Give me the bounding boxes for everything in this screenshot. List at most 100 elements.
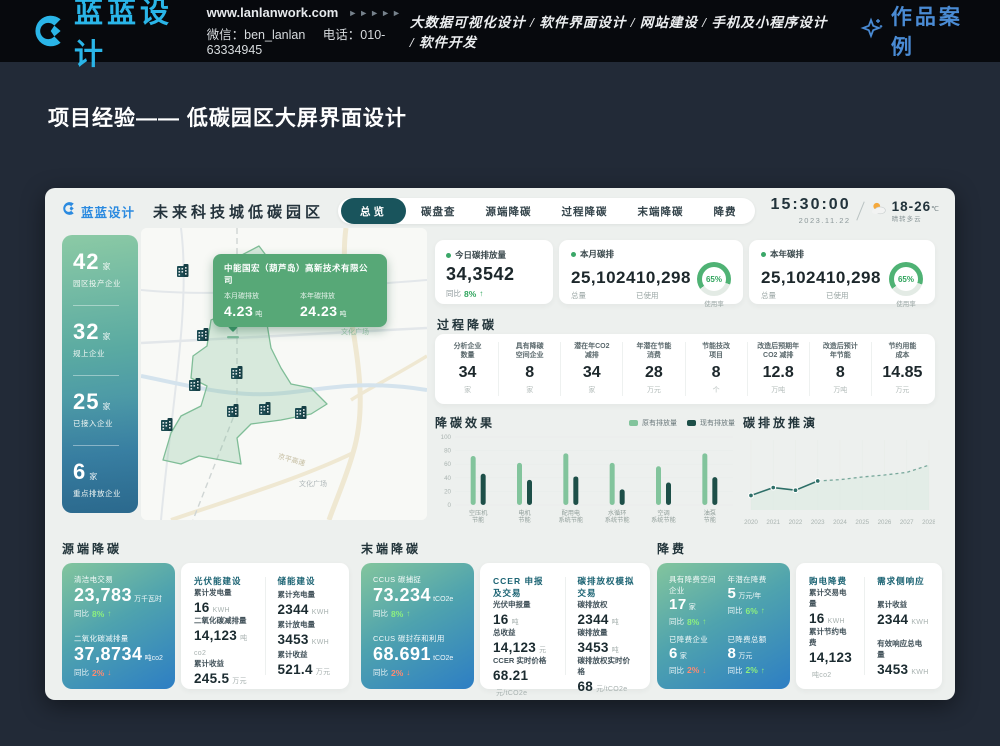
y-tick-label: 20	[444, 488, 451, 495]
detail-row-label: 累计收益	[278, 649, 337, 660]
tooltip-month-value: 4.23	[224, 303, 253, 319]
detail-row-value: 68元/tCO2e	[578, 679, 638, 694]
data-point	[793, 488, 798, 493]
park-stat-label: 重点排放企业	[73, 488, 127, 499]
legend-label: 原有排放量	[642, 418, 677, 428]
process-stat-unit: 万吨	[833, 385, 847, 395]
detail-row-label: 碳排放权实时价格	[578, 655, 638, 677]
site-url[interactable]: www.lanlanwork.com	[207, 5, 339, 20]
process-stat-unit: 家	[588, 385, 595, 395]
detail-row-unit: KWH	[312, 639, 329, 646]
portfolio-link[interactable]: 作品案例	[860, 1, 970, 61]
gradient-stat-label: 二氧化碳减排量	[74, 633, 163, 644]
gradient-stat-label: 清洁电交易	[74, 574, 163, 585]
dashboard-logo-text: 蓝蓝设计	[81, 202, 135, 221]
detail-row: 累计节约电费 14,123吨co2	[809, 626, 852, 680]
year-used-label: 已使用	[826, 290, 889, 301]
clock-time: 15:30:00	[771, 197, 851, 213]
process-stat: 潜在年CO2 减排 34 家	[561, 342, 623, 396]
tab-源端降碳[interactable]: 源端降碳	[471, 198, 547, 224]
weather-widget: 18-26℃ 晴转多云	[870, 199, 939, 224]
detail-row-label: 累计放电量	[278, 619, 337, 630]
tab-总览[interactable]: 总览	[341, 198, 406, 224]
compare-label: 同比	[669, 616, 684, 627]
process-stat-unit: 个	[713, 385, 720, 395]
month-card-title: 本月碳排	[580, 248, 614, 260]
detail-row: 累计发电量 16KWH	[194, 587, 253, 615]
detail-row-unit: KWH	[213, 607, 230, 614]
gradient-stat-label: CCUS 碳捕捉	[373, 574, 462, 585]
tab-末端降碳[interactable]: 末端降碳	[623, 198, 699, 224]
usage-rate-label: 使用率	[704, 298, 724, 308]
x-tick-label: 2025	[855, 519, 869, 526]
bar-category-label: 空压机节能	[469, 509, 488, 524]
dashboard-brand[interactable]: 蓝蓝设计	[61, 201, 135, 221]
gradient-stat-value: 23,783	[74, 585, 132, 605]
detail-row-label: 累计充电量	[278, 589, 337, 600]
divider	[73, 445, 119, 446]
tooltip-month-label: 本月碳排放	[224, 291, 300, 301]
legend-swatch	[687, 420, 696, 426]
detail-row-unit: KWH	[828, 618, 845, 625]
bar-original	[471, 456, 476, 505]
fee-section-title: 降费	[657, 540, 935, 557]
detail-row-value: 3453KWH	[877, 662, 928, 677]
usage-rate-value: 65%	[894, 267, 918, 291]
detail-row: 总收益 14,123元	[493, 627, 553, 655]
detail-row-unit: KWH	[911, 669, 928, 676]
detail-row-unit: 元	[539, 647, 546, 654]
bar-category-label: 水循环系统节能	[605, 509, 630, 524]
source-gradient-card: 清洁电交易 23,783万千瓦时 同比 8% 二氧化碳减排量 37,8734吨c…	[62, 563, 175, 689]
data-point	[815, 479, 820, 484]
gradient-stat: CCUS 碳捕捉 73.234tCO2e 同比 8%	[373, 574, 462, 619]
temp-unit: ℃	[931, 206, 939, 213]
detail-row-unit: 元/tCO2e	[496, 690, 527, 697]
gradient-stat-unit: 吨co2	[145, 655, 163, 662]
map-panel[interactable]: 京平高速文化广场龙腾世纪文化广场 中能国宏（葫芦岛）高新技术有限公司 本月碳排放…	[141, 228, 427, 520]
gradient-stat: 二氧化碳减排量 37,8734吨co2 同比 2%	[74, 633, 163, 678]
tooltip-year-value: 24.23	[300, 303, 338, 319]
bullet-dot-icon	[761, 252, 766, 257]
gradient-stat: 清洁电交易 23,783万千瓦时 同比 8%	[74, 574, 163, 619]
compare-value: 2%	[92, 668, 104, 678]
process-stat-unit: 万元	[895, 385, 909, 395]
gradient-stat-value: 37,8734	[74, 644, 143, 664]
detail-row-value: 3453KWH	[278, 632, 337, 647]
arrows-decoration: ►►►►►	[348, 8, 403, 18]
trend-up-icon	[761, 606, 765, 615]
detail-row: 累计充电量 2344KWH	[278, 589, 337, 617]
process-stat-label: 具有降碳 空间企业	[516, 343, 544, 361]
site-brand[interactable]: 蓝蓝设计	[30, 0, 183, 73]
tab-碳盘查[interactable]: 碳盘查	[406, 198, 471, 224]
detail-column-header: 需求侧响应	[877, 575, 928, 587]
tooltip-month-unit: 吨	[255, 311, 263, 318]
detail-row-unit: 吨	[612, 619, 619, 626]
x-tick-label: 2023	[811, 519, 825, 526]
process-stat-label: 年潜在节能 消费	[636, 343, 671, 361]
clock-weather: 15:30:00 2023.11.22 18-26℃ 晴转多云	[771, 197, 939, 225]
park-stat-unit: 家	[102, 332, 111, 341]
park-stat-unit: 家	[89, 472, 98, 481]
process-stat-label: 改造后预期年 CO2 减排	[757, 343, 799, 361]
trend-up-icon	[479, 289, 483, 298]
gradient-stat: 已降费企业 6家 同比 2%	[669, 634, 720, 679]
compare-value: 6%	[746, 606, 758, 616]
site-contact: www.lanlanwork.com ►►►►► 微信：ben_lanlan 电…	[207, 5, 410, 57]
detail-row-label: 有效响应总电量	[877, 638, 928, 660]
y-tick-label: 40	[444, 475, 451, 482]
gradient-stat-unit: 家	[680, 653, 687, 660]
bar-original	[517, 463, 522, 505]
detail-row-value: 68.21元/tCO2e	[493, 668, 553, 698]
compare-label: 同比	[446, 288, 461, 299]
detail-row-unit: 吨	[512, 619, 519, 626]
tab-降费[interactable]: 降费	[699, 198, 752, 224]
terminal-gradient-card: CCUS 碳捕捉 73.234tCO2e 同比 8% CCUS 碳封存和利用 6…	[361, 563, 474, 689]
process-stat-value: 12.8	[763, 365, 794, 381]
park-stat-label: 已接入企业	[73, 418, 127, 429]
tab-过程降碳[interactable]: 过程降碳	[547, 198, 623, 224]
bar-category-label: 空调系统节能	[651, 509, 676, 524]
detail-row-unit: KWH	[911, 619, 928, 626]
compare-label: 同比	[728, 665, 743, 676]
compare-label: 同比	[373, 608, 388, 619]
trend-up-icon	[761, 666, 765, 675]
